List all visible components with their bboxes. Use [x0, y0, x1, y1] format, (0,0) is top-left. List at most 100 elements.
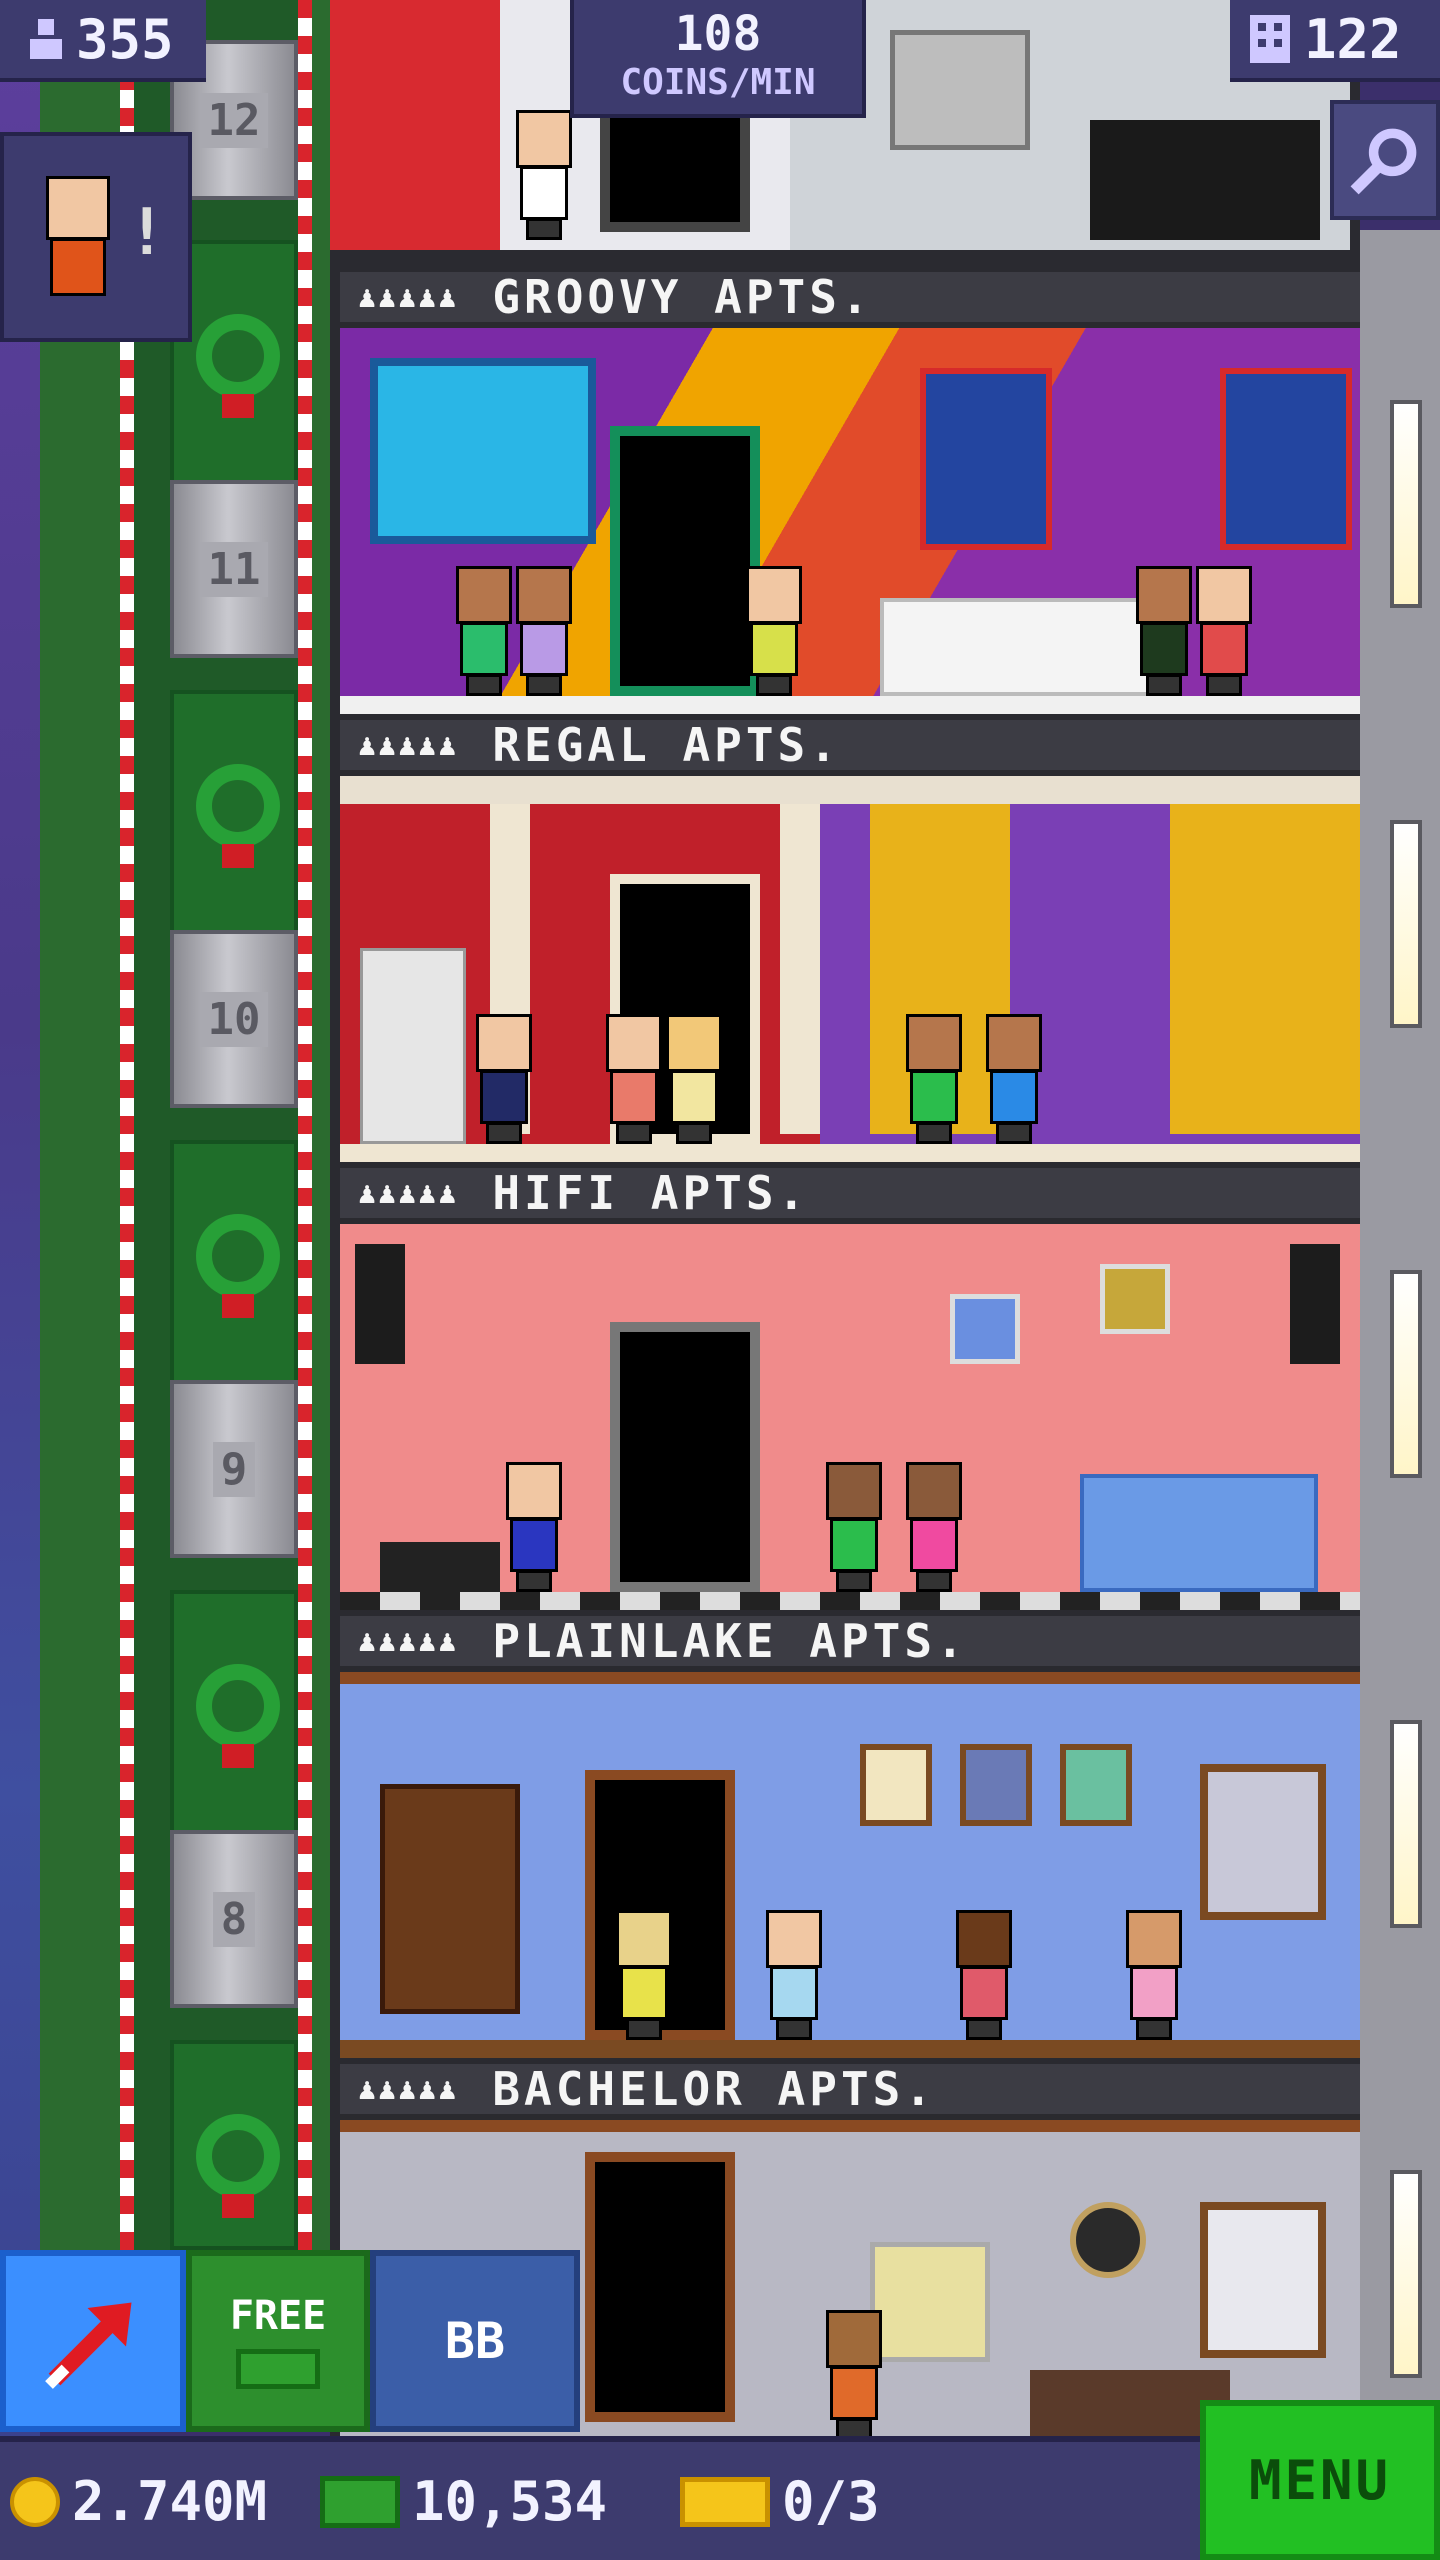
window-light — [1390, 1720, 1422, 1928]
bitizen[interactable] — [510, 566, 578, 696]
wall-frame — [1100, 1264, 1170, 1334]
star-rating: ♟♟♟♟♟ — [358, 279, 459, 315]
bow-icon — [222, 844, 254, 868]
tickets-stat[interactable]: 0/3 — [680, 2470, 880, 2533]
room[interactable] — [340, 1224, 1360, 1610]
floor-regal[interactable]: ♟♟♟♟♟ REGAL APTS. — [340, 718, 1370, 1168]
arcade-tv — [870, 2242, 990, 2362]
room-door — [610, 426, 760, 696]
bux-icon — [236, 2349, 320, 2389]
ornate-cornice — [340, 776, 1360, 804]
bitizen[interactable] — [820, 2310, 888, 2440]
bux-icon — [320, 2475, 400, 2528]
bitizen[interactable] — [510, 110, 578, 240]
floor-plainlake[interactable]: ♟♟♟♟♟ PLAINLAKE APTS. — [340, 1614, 1370, 2064]
bitizen[interactable] — [1120, 1910, 1188, 2040]
floor-groovy[interactable]: ♟♟♟♟♟ GROOVY APTS. — [340, 270, 1370, 720]
wreath-icon — [196, 764, 280, 848]
population-counter[interactable]: 355 — [0, 0, 206, 82]
room[interactable] — [340, 776, 1360, 1162]
room-door — [585, 2152, 735, 2422]
union-jack-poster — [1220, 368, 1352, 550]
person-icon — [30, 19, 62, 59]
elevator-door-floor-8[interactable]: 8 — [170, 1830, 298, 2008]
statue — [360, 948, 466, 1144]
bitizen[interactable] — [900, 1014, 968, 1144]
floors-value: 122 — [1304, 7, 1402, 71]
floor-surface — [340, 1144, 1360, 1162]
elevator-button[interactable] — [0, 2250, 186, 2432]
window — [1200, 2202, 1326, 2358]
bitizen[interactable] — [900, 1462, 968, 1592]
window-light — [1390, 1270, 1422, 1478]
speaker — [1290, 1244, 1340, 1364]
arrow-up-icon — [45, 2302, 132, 2389]
bookshelf — [380, 1784, 520, 2014]
free-label: FREE — [229, 2293, 327, 2339]
bitbook-button[interactable]: BB — [370, 2250, 580, 2432]
portrait-frame — [1060, 1744, 1132, 1826]
bitizen[interactable] — [1190, 566, 1258, 696]
wreath-decoration — [170, 690, 298, 960]
room[interactable] — [340, 1672, 1360, 2058]
bitizen[interactable] — [1130, 566, 1198, 696]
star-rating: ♟♟♟♟♟ — [358, 727, 459, 763]
floor-surface — [340, 2040, 1360, 2058]
floor-number: 12 — [199, 92, 269, 148]
floors-counter[interactable]: 122 — [1230, 0, 1440, 82]
coins-per-minute-panel[interactable]: 108 COINS/MIN — [570, 0, 866, 118]
floor-surface — [340, 1592, 1360, 1610]
bitizen[interactable] — [980, 1014, 1048, 1144]
blue-sofa — [1080, 1474, 1318, 1592]
search-button[interactable] — [1330, 100, 1440, 220]
coins-value: 2.740M — [72, 2470, 268, 2533]
bitizen[interactable] — [740, 566, 808, 696]
elevator-door-floor-9[interactable]: 9 — [170, 1380, 298, 1558]
column — [780, 804, 820, 1134]
floor-number: 11 — [199, 541, 269, 597]
floor-number: 8 — [212, 1891, 256, 1947]
union-jack-poster — [920, 368, 1052, 550]
visitor-avatar — [40, 176, 116, 296]
bitizen[interactable] — [760, 1910, 828, 2040]
star-rating: ♟♟♟♟♟ — [358, 1175, 459, 1211]
bitizen[interactable] — [610, 1910, 678, 2040]
bitizen[interactable] — [660, 1014, 728, 1144]
desk — [380, 1542, 500, 1592]
floor-sign: ♟♟♟♟♟ GROOVY APTS. — [340, 270, 1370, 328]
elevator-door-floor-11[interactable]: 11 — [170, 480, 298, 658]
floor-hifi[interactable]: ♟♟♟♟♟ HIFI APTS. — [340, 1166, 1370, 1616]
bitizen[interactable] — [600, 1014, 668, 1144]
wall-frame — [950, 1294, 1020, 1364]
wreath-decoration — [170, 2040, 298, 2250]
window — [1200, 1764, 1326, 1920]
sofa — [880, 598, 1158, 696]
bb-label: BB — [444, 2312, 506, 2370]
portrait-frame — [960, 1744, 1032, 1826]
floor-name: HIFI APTS. — [492, 1166, 810, 1220]
visitor-notification[interactable]: ! — [0, 132, 192, 342]
elevator-door-floor-10[interactable]: 10 — [170, 930, 298, 1108]
free-bux-button[interactable]: FREE — [186, 2250, 370, 2432]
wreath-icon — [196, 1214, 280, 1298]
bux-value: 10,534 — [412, 2470, 608, 2533]
menu-button[interactable]: MENU — [1200, 2400, 1440, 2560]
room-door — [610, 1322, 760, 1592]
window-light — [1390, 820, 1422, 1028]
coins-stat[interactable]: 2.740M — [10, 2470, 267, 2533]
floor-name: BACHELOR APTS. — [492, 2062, 937, 2116]
tower: ♟♟♟♟♟ GROOVY APTS. ♟♟♟♟♟ REGAL APTS. ♟♟♟… — [330, 0, 1370, 2440]
tower-edge — [1360, 230, 1440, 2560]
wreath-icon — [196, 314, 280, 398]
room[interactable] — [340, 328, 1360, 714]
bitizen[interactable] — [500, 1462, 568, 1592]
bux-stat[interactable]: 10,534 — [320, 2470, 607, 2533]
alert-mark: ! — [127, 196, 166, 270]
bitizen[interactable] — [950, 1910, 1018, 2040]
bitizen[interactable] — [450, 566, 518, 696]
coins-per-minute-value: 108 — [674, 6, 762, 62]
bitizen[interactable] — [820, 1462, 888, 1592]
bow-icon — [222, 1744, 254, 1768]
bitizen[interactable] — [470, 1014, 538, 1144]
portrait-frame — [860, 1744, 932, 1826]
